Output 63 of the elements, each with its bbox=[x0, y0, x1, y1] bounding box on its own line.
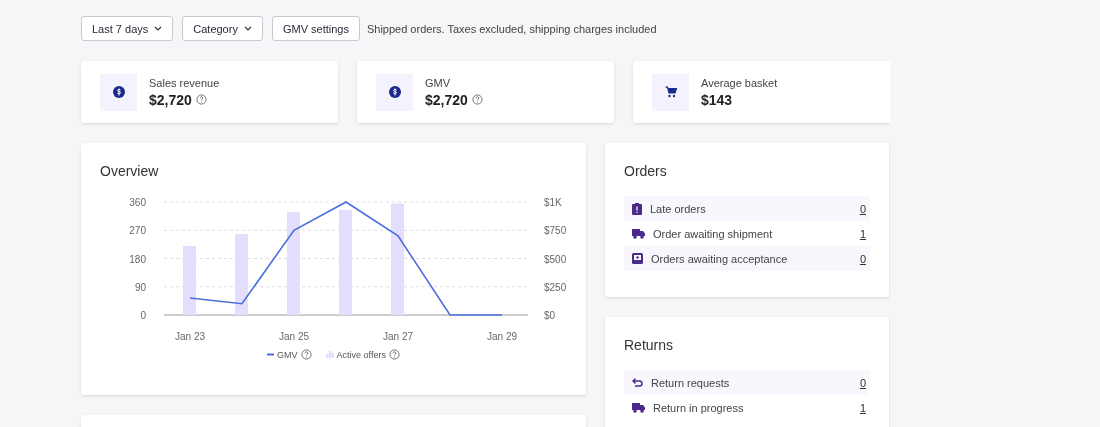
axis-label: $500 bbox=[544, 253, 567, 265]
count-link[interactable]: 0 bbox=[859, 252, 866, 265]
summary-row[interactable]: Orders awaiting acceptance 0 bbox=[624, 246, 870, 271]
row-label: Late orders bbox=[650, 202, 707, 215]
summary-row[interactable]: Return requests 0 bbox=[624, 370, 870, 395]
inbox-icon bbox=[632, 253, 643, 264]
kpi-label: Sales revenue bbox=[149, 76, 220, 89]
card-title: Returns bbox=[624, 337, 675, 353]
dollar-coin-icon bbox=[112, 86, 125, 98]
axis-label: Jan 29 bbox=[487, 331, 517, 342]
kpi-label: Average basket bbox=[701, 76, 778, 89]
count-link[interactable]: 0 bbox=[859, 202, 866, 215]
alert-clipboard-icon bbox=[632, 202, 642, 215]
kpi-value: $2,720 bbox=[149, 91, 192, 108]
legend-label: GMV bbox=[277, 349, 298, 360]
count-link[interactable]: 1 bbox=[859, 227, 866, 240]
kpi-label: GMV bbox=[425, 76, 452, 89]
truck-icon bbox=[632, 228, 645, 239]
axis-label: Jan 25 bbox=[279, 331, 309, 342]
settings-button[interactable]: GMV settings bbox=[271, 16, 360, 41]
legend-label: Active offers bbox=[336, 349, 386, 360]
summary-row[interactable]: Late orders 0 bbox=[624, 196, 870, 221]
bar-swatch-icon bbox=[325, 351, 334, 358]
kpi-value: $143 bbox=[701, 91, 733, 108]
line-swatch-icon bbox=[267, 353, 275, 356]
summary-row[interactable]: Return in progress 1 bbox=[624, 395, 870, 420]
filter-dropdown[interactable]: Category bbox=[182, 16, 263, 41]
axis-label: $1K bbox=[544, 197, 562, 208]
kpi-value: $2,720 bbox=[425, 91, 468, 108]
chart-bar bbox=[183, 245, 196, 315]
axis-label: $750 bbox=[544, 225, 567, 237]
filter-note: Shipped orders. Taxes excluded, shipping charges included bbox=[366, 22, 657, 35]
count-link[interactable]: 0 bbox=[859, 376, 866, 389]
filter-dropdown[interactable]: Last 7 days bbox=[81, 16, 174, 41]
axis-label: $0 bbox=[544, 310, 556, 321]
axis-label: $250 bbox=[544, 281, 567, 293]
row-label: Orders awaiting acceptance bbox=[651, 252, 789, 265]
axis-label: Jan 23 bbox=[175, 331, 205, 342]
axis-label: Jan 27 bbox=[383, 331, 413, 342]
row-label: Return in progress bbox=[653, 401, 745, 414]
row-label: Order awaiting shipment bbox=[653, 227, 774, 240]
help-icon[interactable] bbox=[300, 349, 312, 360]
help-icon[interactable] bbox=[471, 94, 483, 105]
count-link[interactable]: 1 bbox=[859, 401, 866, 414]
legend-item[interactable]: GMV bbox=[267, 349, 312, 360]
return-arrow-icon bbox=[632, 378, 643, 387]
axis-label: 270 bbox=[129, 225, 146, 237]
truck-icon bbox=[632, 402, 645, 413]
caret-icon bbox=[243, 26, 252, 31]
card-title: Orders bbox=[624, 163, 668, 179]
cart-icon bbox=[664, 86, 677, 98]
axis-label: 360 bbox=[129, 197, 146, 208]
axis-label: 180 bbox=[129, 253, 146, 265]
dollar-coin-icon bbox=[388, 86, 401, 98]
axis-label: 90 bbox=[134, 281, 146, 293]
help-icon[interactable] bbox=[195, 94, 207, 105]
legend-item[interactable]: Active offers bbox=[325, 349, 400, 360]
card-title: Overview bbox=[100, 163, 160, 179]
row-label: Return requests bbox=[651, 376, 731, 389]
axis-label: 0 bbox=[140, 310, 146, 321]
help-icon[interactable] bbox=[388, 349, 400, 360]
caret-icon bbox=[154, 26, 163, 31]
summary-row[interactable]: Order awaiting shipment 1 bbox=[624, 221, 870, 246]
